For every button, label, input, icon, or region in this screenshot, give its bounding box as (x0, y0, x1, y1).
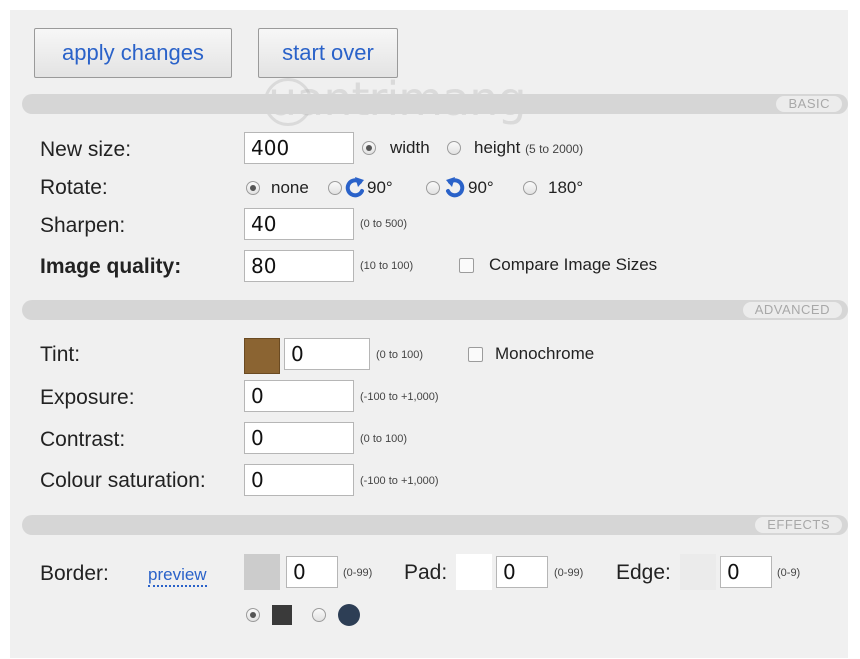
tint-input[interactable]: 0 (284, 338, 370, 370)
rotate-counterclockwise-icon (446, 177, 465, 198)
sharpen-label: Sharpen: (40, 214, 126, 237)
contrast-input[interactable]: 0 (244, 422, 354, 454)
rotate-ccw-radio[interactable] (426, 181, 440, 195)
section-bar-effects: EFFECTS (22, 515, 848, 535)
image-quality-range-hint: (10 to 100) (360, 260, 414, 272)
size-width-radio[interactable] (362, 141, 376, 155)
pad-range-hint: (0-99) (554, 567, 584, 579)
size-width-label: width (390, 138, 430, 157)
image-editor-panel: apply changes start over uantrimang BASI… (10, 10, 848, 658)
monochrome-label: Monochrome (495, 344, 595, 363)
monochrome-checkbox[interactable] (468, 347, 483, 362)
pad-label: Pad: (404, 561, 448, 584)
size-height-text: height (474, 138, 521, 157)
section-label-effects: EFFECTS (755, 517, 842, 533)
rotate-clockwise-icon (345, 177, 364, 198)
rotate-label: Rotate: (40, 176, 108, 199)
shape-square-radio[interactable] (246, 608, 260, 622)
sharpen-input[interactable]: 40 (244, 208, 354, 240)
section-bar-advanced: ADVANCED (22, 300, 848, 320)
exposure-input[interactable]: 0 (244, 380, 354, 412)
edge-label: Edge: (616, 561, 671, 584)
rotate-cw-radio[interactable] (328, 181, 342, 195)
rotate-180-radio[interactable] (523, 181, 537, 195)
contrast-label: Contrast: (40, 428, 126, 451)
new-size-input[interactable]: 400 (244, 132, 354, 164)
compare-image-sizes-label: Compare Image Sizes (489, 255, 658, 274)
border-color-swatch[interactable] (244, 554, 280, 590)
sharpen-range-hint: (0 to 500) (360, 218, 408, 230)
pad-color-swatch[interactable] (456, 554, 492, 590)
colour-saturation-range-hint: (-100 to +1,000) (360, 475, 439, 487)
border-range-hint: (0-99) (343, 567, 373, 579)
size-height-radio[interactable] (447, 141, 461, 155)
rotate-cw-label: 90° (367, 178, 393, 197)
section-label-advanced: ADVANCED (742, 302, 842, 318)
circle-shape-icon (338, 604, 360, 626)
tint-color-swatch[interactable] (244, 338, 280, 374)
size-range-hint: (5 to 2000) (525, 142, 584, 156)
section-bar-basic: BASIC (22, 94, 848, 114)
border-preview-link[interactable]: preview (148, 565, 207, 587)
square-shape-icon (272, 605, 292, 625)
start-over-button[interactable]: start over (258, 28, 398, 78)
rotate-180-label: 180° (548, 178, 584, 197)
border-width-input[interactable]: 0 (286, 556, 338, 588)
compare-image-sizes-checkbox[interactable] (459, 258, 474, 273)
rotate-none-label: none (271, 178, 309, 197)
pad-width-input[interactable]: 0 (496, 556, 548, 588)
edge-color-swatch[interactable] (680, 554, 716, 590)
size-height-label: height (5 to 2000) (474, 138, 583, 158)
rotate-none-radio[interactable] (246, 181, 260, 195)
colour-saturation-label: Colour saturation: (40, 469, 206, 492)
exposure-range-hint: (-100 to +1,000) (360, 391, 439, 403)
border-label: Border: (40, 562, 109, 585)
edge-range-hint: (0-9) (777, 567, 801, 579)
tint-range-hint: (0 to 100) (376, 349, 424, 361)
section-label-basic: BASIC (776, 96, 842, 112)
image-quality-label: Image quality: (40, 255, 182, 278)
contrast-range-hint: (0 to 100) (360, 433, 408, 445)
new-size-label: New size: (40, 138, 132, 161)
rotate-ccw-label: 90° (468, 178, 494, 197)
colour-saturation-input[interactable]: 0 (244, 464, 354, 496)
edge-width-input[interactable]: 0 (720, 556, 772, 588)
tint-label: Tint: (40, 343, 81, 366)
image-quality-input[interactable]: 80 (244, 250, 354, 282)
exposure-label: Exposure: (40, 386, 135, 409)
apply-changes-button[interactable]: apply changes (34, 28, 232, 78)
shape-circle-radio[interactable] (312, 608, 326, 622)
